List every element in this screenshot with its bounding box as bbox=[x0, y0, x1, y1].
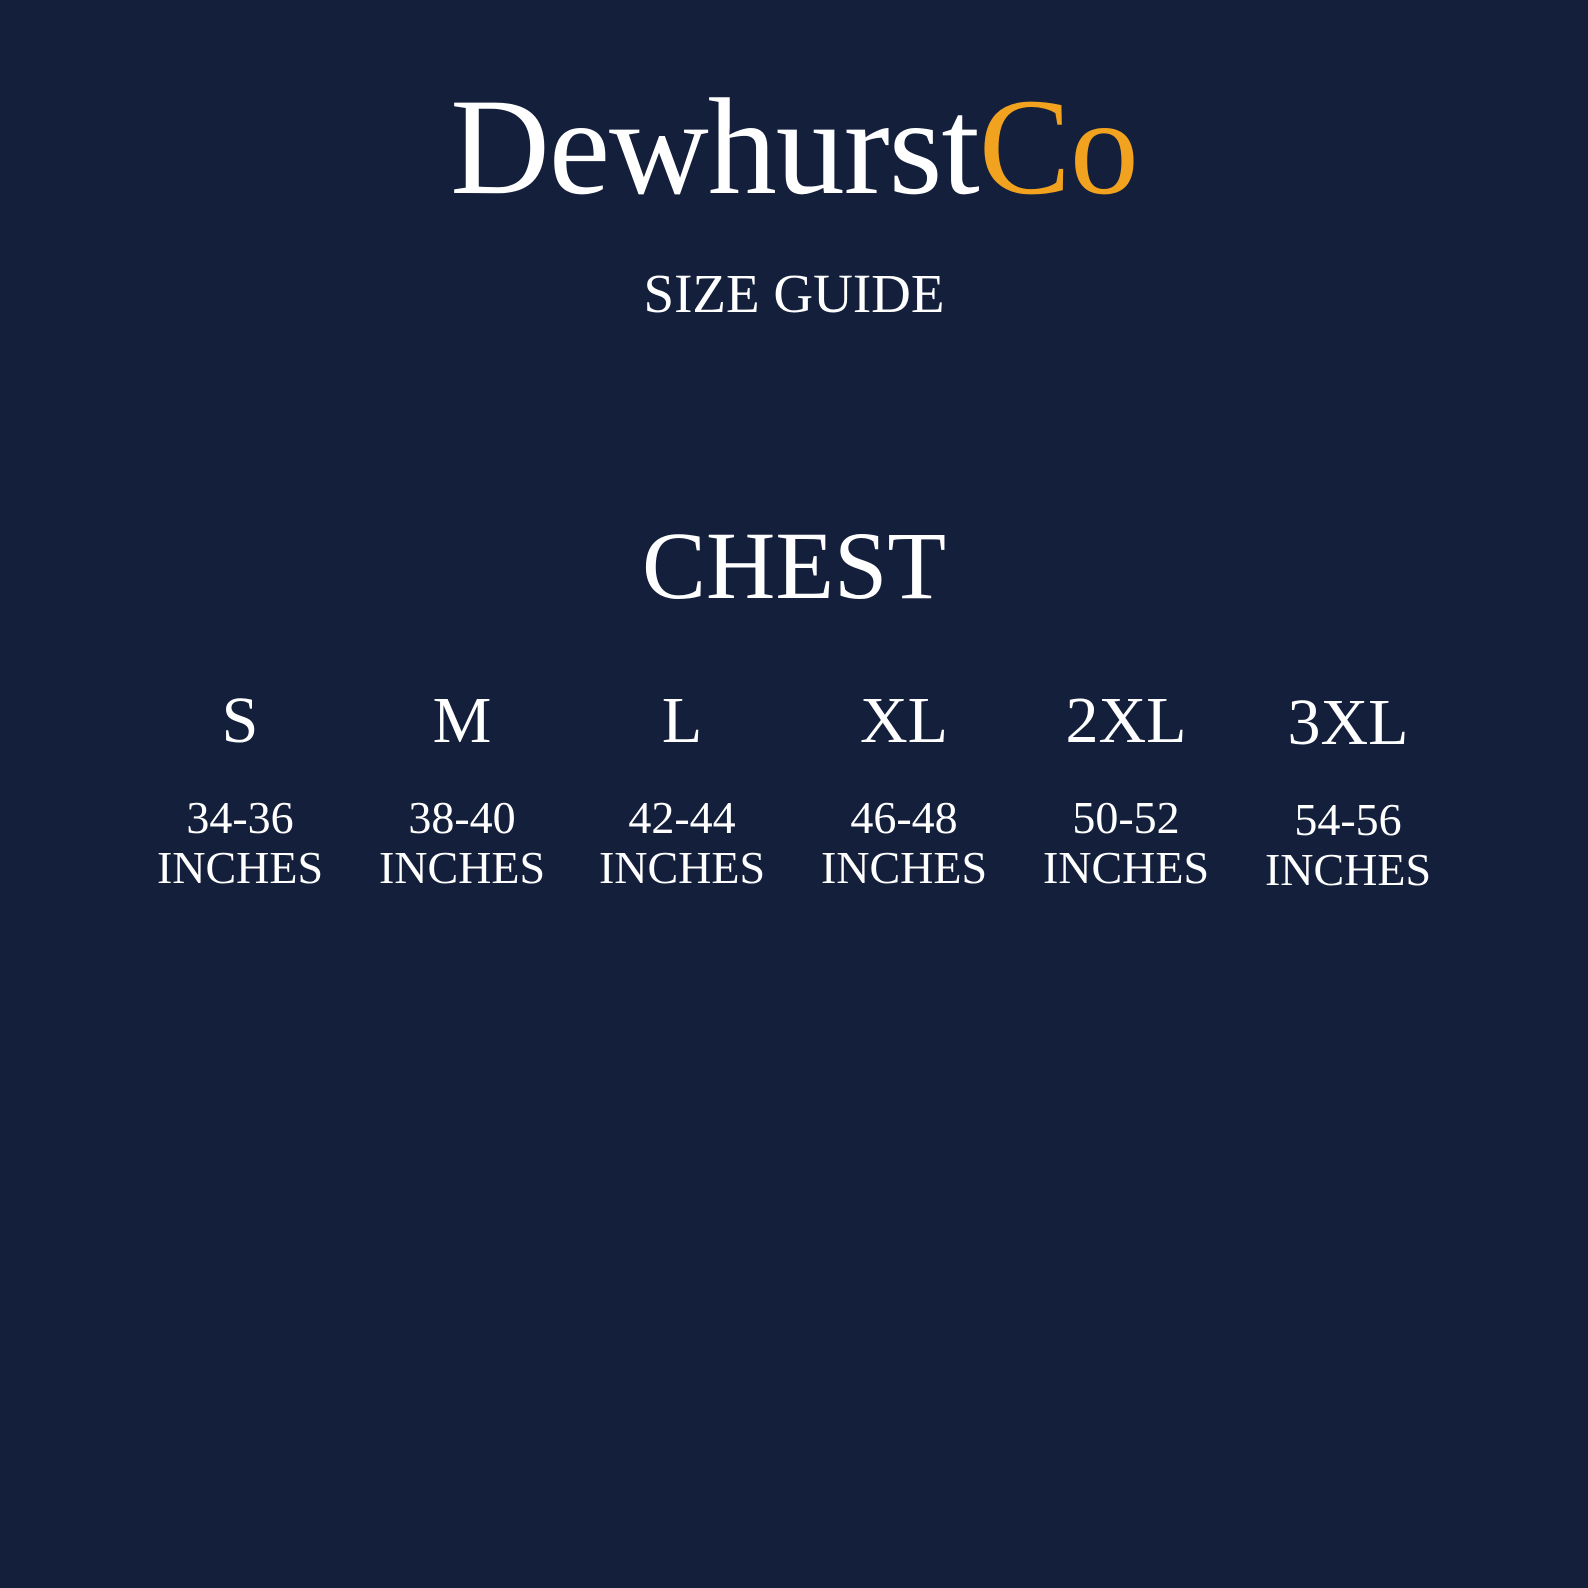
size-column-xl: XL 46-48 INCHES bbox=[794, 688, 1014, 894]
size-column-m: M 38-40 INCHES bbox=[352, 688, 572, 894]
size-column-s: S 34-36 INCHES bbox=[130, 688, 350, 894]
size-column-2xl: 2XL 50-52 INCHES bbox=[1016, 688, 1236, 894]
size-label: XL bbox=[860, 684, 948, 757]
size-label: M bbox=[432, 684, 492, 757]
size-label: S bbox=[221, 684, 259, 757]
size-label: 2XL bbox=[1065, 684, 1187, 757]
size-column-l: L 42-44 INCHES bbox=[572, 688, 792, 894]
size-range: 50-52 bbox=[1072, 792, 1180, 843]
size-range: 46-48 bbox=[850, 792, 958, 843]
size-label: 3XL bbox=[1287, 686, 1409, 759]
section-title-chest: CHEST bbox=[641, 512, 947, 619]
size-unit: INCHES bbox=[1264, 844, 1432, 895]
size-column-3xl: 3XL 54-56 INCHES bbox=[1238, 690, 1458, 896]
size-unit: INCHES bbox=[1042, 842, 1210, 893]
size-unit: INCHES bbox=[598, 842, 766, 893]
size-unit: INCHES bbox=[820, 842, 988, 893]
page-subtitle: SIZE GUIDE bbox=[643, 263, 945, 324]
size-label: L bbox=[661, 684, 703, 757]
brand-logo: DewhurstCo bbox=[0, 78, 1588, 216]
size-range: 38-40 bbox=[408, 792, 516, 843]
size-range: 42-44 bbox=[628, 792, 736, 843]
brand-name-main: Dewhurst bbox=[450, 70, 980, 223]
brand-name-accent: Co bbox=[978, 70, 1139, 223]
size-unit: INCHES bbox=[378, 842, 546, 893]
size-range: 54-56 bbox=[1294, 794, 1402, 845]
size-range: 34-36 bbox=[186, 792, 294, 843]
size-unit: INCHES bbox=[156, 842, 324, 893]
